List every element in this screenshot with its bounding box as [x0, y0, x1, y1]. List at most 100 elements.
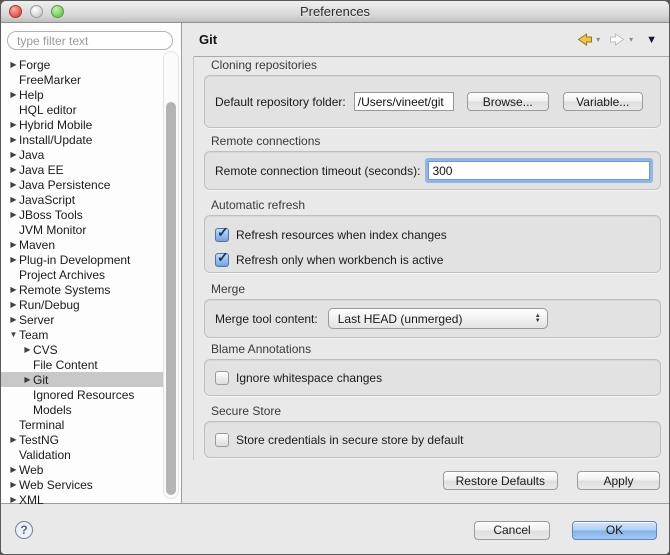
view-menu-icon[interactable]: ▼: [646, 34, 657, 46]
disclosure-collapsed-icon[interactable]: ▶: [22, 345, 33, 354]
tree-item-java-persistence[interactable]: ▶Java Persistence: [1, 177, 163, 192]
tree-item-hql-editor[interactable]: HQL editor: [1, 102, 163, 117]
tree-item-label: Java Persistence: [19, 178, 110, 192]
disclosure-collapsed-icon[interactable]: ▶: [8, 240, 19, 249]
apply-button[interactable]: Apply: [577, 471, 660, 490]
tree-item-label: Java EE: [19, 163, 64, 177]
remote-timeout-input[interactable]: [428, 161, 650, 180]
forward-arrow-icon[interactable]: [609, 33, 626, 46]
refresh-workbench-checkbox[interactable]: ✓: [215, 253, 229, 267]
disclosure-collapsed-icon[interactable]: ▶: [8, 435, 19, 444]
disclosure-collapsed-icon[interactable]: ▶: [8, 135, 19, 144]
preferences-tree: ▶ForgeFreeMarker▶HelpHQL editor▶Hybrid M…: [1, 57, 163, 507]
tree-item-label: Web: [19, 463, 43, 477]
group-label: Blame Annotations: [211, 342, 661, 356]
minimize-icon[interactable]: [30, 5, 43, 18]
default-repo-folder-label: Default repository folder:: [215, 95, 346, 109]
tree-item-hybrid-mobile[interactable]: ▶Hybrid Mobile: [1, 117, 163, 132]
tree-item-forge[interactable]: ▶Forge: [1, 57, 163, 72]
tree-item-web-services[interactable]: ▶Web Services: [1, 477, 163, 492]
refresh-index-checkbox[interactable]: ✓: [215, 228, 229, 242]
tree-item-label: Help: [19, 88, 44, 102]
restore-defaults-button[interactable]: Restore Defaults: [443, 471, 558, 490]
disclosure-collapsed-icon[interactable]: ▶: [22, 375, 33, 384]
disclosure-collapsed-icon[interactable]: ▶: [8, 465, 19, 474]
disclosure-collapsed-icon[interactable]: ▶: [8, 300, 19, 309]
disclosure-collapsed-icon[interactable]: ▶: [8, 120, 19, 129]
disclosure-collapsed-icon[interactable]: ▶: [8, 165, 19, 174]
tree-item-help[interactable]: ▶Help: [1, 87, 163, 102]
disclosure-collapsed-icon[interactable]: ▶: [8, 90, 19, 99]
group-label: Merge: [211, 282, 661, 296]
disclosure-collapsed-icon[interactable]: ▶: [8, 285, 19, 294]
tree-item-ignored-resources[interactable]: Ignored Resources: [1, 387, 163, 402]
variable-button[interactable]: Variable...: [563, 92, 643, 111]
disclosure-collapsed-icon[interactable]: ▶: [8, 60, 19, 69]
disclosure-collapsed-icon[interactable]: ▶: [8, 195, 19, 204]
tree-item-plug-in-development[interactable]: ▶Plug-in Development: [1, 252, 163, 267]
tree-item-jvm-monitor[interactable]: JVM Monitor: [1, 222, 163, 237]
tree-item-label: Team: [19, 328, 48, 342]
ignore-whitespace-label: Ignore whitespace changes: [236, 371, 382, 385]
tree-item-server[interactable]: ▶Server: [1, 312, 163, 327]
browse-button[interactable]: Browse...: [467, 92, 549, 111]
disclosure-collapsed-icon[interactable]: ▶: [8, 495, 19, 504]
group-secure-store: Secure Store ✓ Store credentials in secu…: [204, 404, 661, 458]
forward-history-caret-icon[interactable]: ▾: [629, 35, 633, 44]
disclosure-collapsed-icon[interactable]: ▶: [8, 255, 19, 264]
tree-item-cvs[interactable]: ▶CVS: [1, 342, 163, 357]
tree-item-javascript[interactable]: ▶JavaScript: [1, 192, 163, 207]
store-credentials-checkbox[interactable]: ✓: [215, 433, 229, 447]
merge-tool-content-select[interactable]: Last HEAD (unmerged) ▲▼: [328, 308, 548, 329]
disclosure-collapsed-icon[interactable]: ▶: [8, 480, 19, 489]
tree-item-label: Validation: [19, 448, 71, 462]
tree-item-install-update[interactable]: ▶Install/Update: [1, 132, 163, 147]
tree-item-java-ee[interactable]: ▶Java EE: [1, 162, 163, 177]
tree-item-file-content[interactable]: File Content: [1, 357, 163, 372]
tree-item-git[interactable]: ▶Git: [1, 372, 163, 387]
tree-item-maven[interactable]: ▶Maven: [1, 237, 163, 252]
disclosure-collapsed-icon[interactable]: ▶: [8, 150, 19, 159]
disclosure-collapsed-icon[interactable]: ▶: [8, 180, 19, 189]
tree-item-remote-systems[interactable]: ▶Remote Systems: [1, 282, 163, 297]
group-blame-annotations: Blame Annotations ✓ Ignore whitespace ch…: [204, 342, 661, 396]
disclosure-collapsed-icon[interactable]: ▶: [8, 210, 19, 219]
tree-item-web[interactable]: ▶Web: [1, 462, 163, 477]
tree-item-jboss-tools[interactable]: ▶JBoss Tools: [1, 207, 163, 222]
sidebar-scrollbar-thumb[interactable]: [166, 102, 176, 495]
default-repo-folder-input[interactable]: [354, 92, 454, 111]
tree-item-label: Forge: [19, 58, 50, 72]
back-history-caret-icon[interactable]: ▾: [596, 35, 600, 44]
back-arrow-icon[interactable]: [576, 33, 593, 46]
ok-button[interactable]: OK: [572, 521, 657, 540]
filter-input[interactable]: [7, 31, 173, 50]
tree-item-validation[interactable]: Validation: [1, 447, 163, 462]
tree-item-run-debug[interactable]: ▶Run/Debug: [1, 297, 163, 312]
ignore-whitespace-checkbox[interactable]: ✓: [215, 371, 229, 385]
group-merge: Merge Merge tool content: Last HEAD (unm…: [204, 282, 661, 338]
sidebar-scrollbar-track[interactable]: [163, 51, 179, 499]
tree-item-label: Ignored Resources: [33, 388, 134, 402]
tree-item-testng[interactable]: ▶TestNG: [1, 432, 163, 447]
disclosure-expanded-icon[interactable]: ▼: [8, 330, 19, 339]
page-title: Git: [199, 32, 217, 47]
zoom-icon[interactable]: [51, 5, 64, 18]
tree-item-label: JavaScript: [19, 193, 75, 207]
tree-item-models[interactable]: Models: [1, 402, 163, 417]
tree-item-label: Models: [33, 403, 72, 417]
tree-item-team[interactable]: ▼Team: [1, 327, 163, 342]
popup-stepper-icon: ▲▼: [535, 314, 541, 324]
disclosure-collapsed-icon[interactable]: ▶: [8, 315, 19, 324]
page-header: Git ▾ ▾ ▼: [182, 23, 669, 56]
tree-item-terminal[interactable]: Terminal: [1, 417, 163, 432]
close-icon[interactable]: [9, 5, 22, 18]
cancel-button[interactable]: Cancel: [474, 521, 550, 540]
tree-item-java[interactable]: ▶Java: [1, 147, 163, 162]
tree-item-freemarker[interactable]: FreeMarker: [1, 72, 163, 87]
tree-item-project-archives[interactable]: Project Archives: [1, 267, 163, 282]
tree-item-xml[interactable]: ▶XML: [1, 492, 163, 507]
help-icon[interactable]: ?: [15, 521, 33, 539]
titlebar[interactable]: Preferences: [1, 1, 669, 23]
tree-item-label: Java: [19, 148, 44, 162]
tree-item-label: File Content: [33, 358, 98, 372]
